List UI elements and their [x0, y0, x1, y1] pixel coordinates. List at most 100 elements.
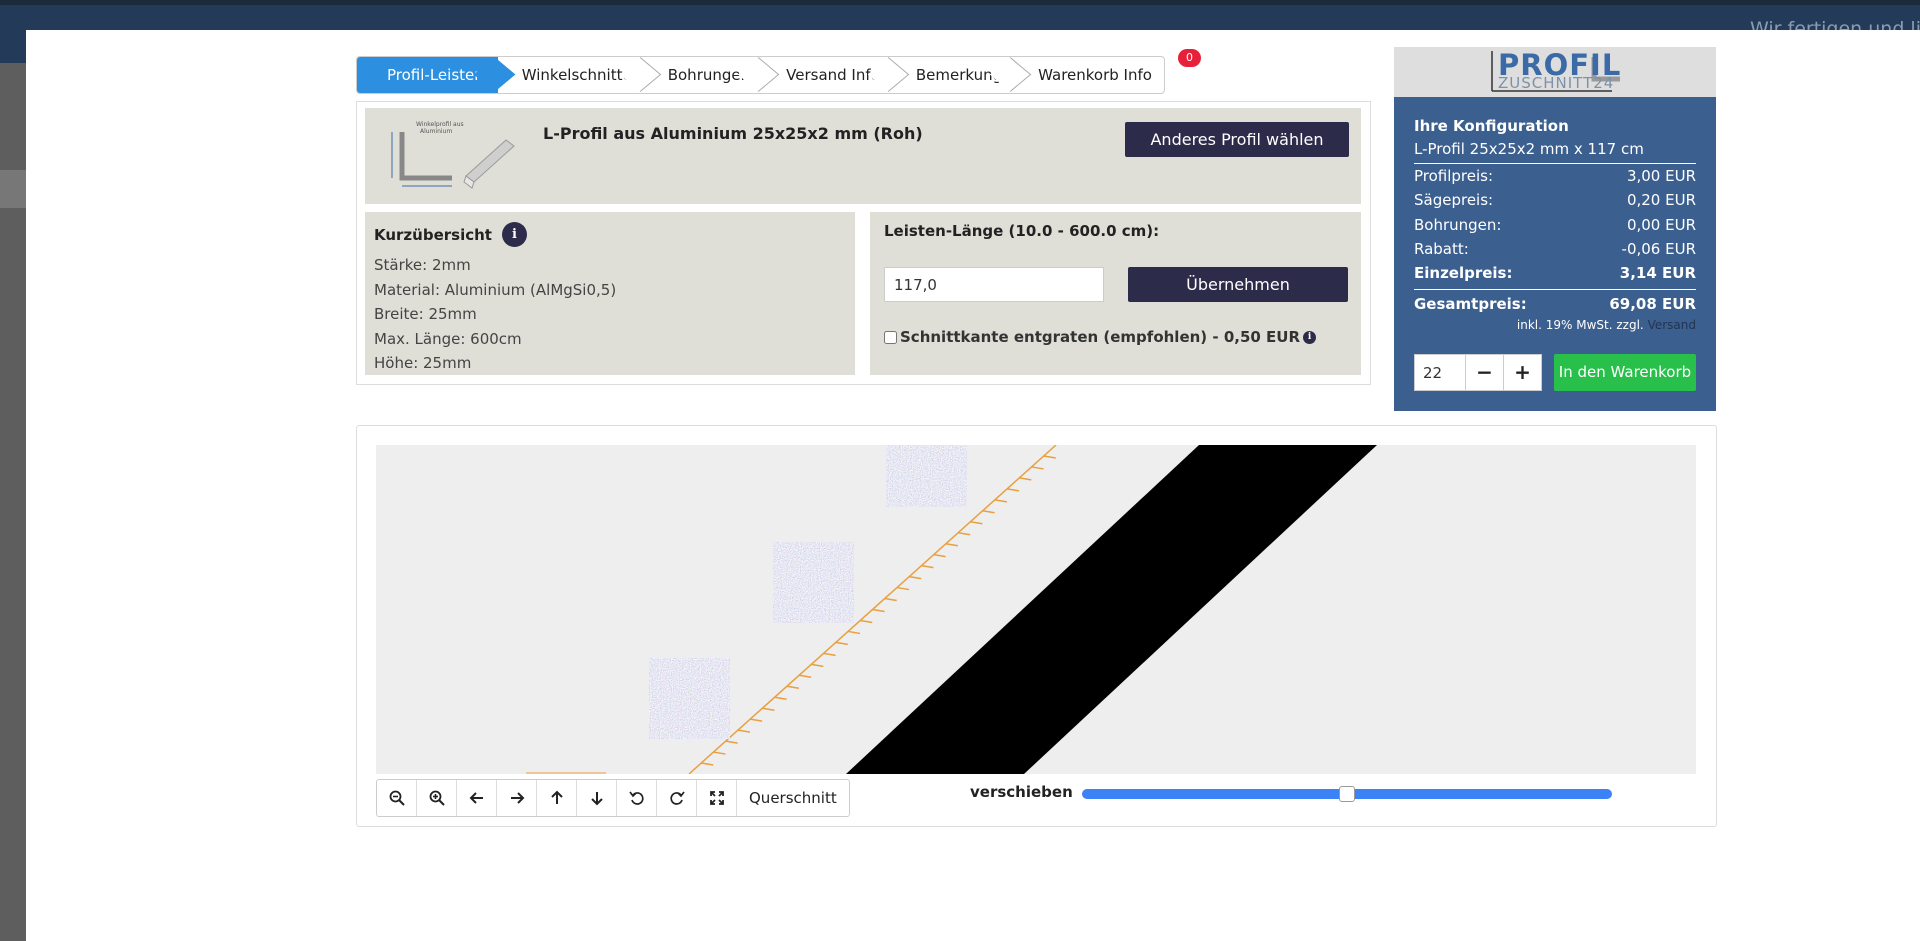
price-row-saw: Sägepreis: 0,20 EUR — [1414, 188, 1696, 212]
vat-text: inkl. 19% MwSt. zzgl. — [1516, 317, 1644, 332]
info-icon[interactable]: i — [501, 222, 527, 247]
price-row-unit: Einzelpreis: 3,14 EUR — [1414, 261, 1696, 285]
step-warenkorb-info[interactable]: Warenkorb Info — [1014, 57, 1164, 93]
shipping-link[interactable]: Versand — [1648, 318, 1696, 332]
price-label: Profilpreis: — [1414, 167, 1494, 185]
profile-header: Winkelprofil aus Aluminium L-Profil aus … — [365, 108, 1361, 204]
dimension-tick — [835, 641, 848, 646]
dimension-tick — [798, 674, 812, 679]
fullscreen-icon[interactable] — [697, 780, 737, 816]
dimension-tick — [1043, 455, 1056, 459]
deburr-info-icon[interactable]: i — [1303, 330, 1317, 344]
config-title: Ihre Konfiguration — [1414, 117, 1569, 135]
cart-count-badge: 0 — [1178, 49, 1201, 67]
spec-material: Material: Aluminium (AlMgSi0,5) — [374, 280, 617, 299]
price-value: 0,00 EUR — [1626, 215, 1696, 234]
arrow-right-icon[interactable] — [497, 780, 537, 816]
dimension-tick — [1031, 466, 1044, 470]
step-profil-leisten[interactable]: Profil-Leisten — [357, 57, 498, 93]
logo-sub: ZUSCHNITT24 — [1498, 74, 1615, 92]
add-to-cart-button[interactable]: In den Warenkorb — [1554, 354, 1696, 391]
dimension-tick — [896, 586, 910, 591]
move-label: verschieben — [970, 783, 1073, 801]
spec-height: Höhe: 25mm — [374, 354, 472, 372]
deburr-checkbox[interactable] — [884, 330, 897, 344]
dimension-tick — [970, 521, 983, 525]
cross-section-button[interactable]: Querschnitt — [737, 780, 849, 816]
texture-tile — [648, 657, 731, 740]
dimension-tick — [811, 663, 824, 668]
total-label: Gesamtpreis: — [1414, 295, 1527, 314]
slider-handle[interactable] — [1339, 786, 1355, 802]
vat-note: inkl. 19% MwSt. zzgl. Versand — [1414, 317, 1696, 333]
price-label: Bohrungen: — [1414, 215, 1502, 234]
dimension-tick — [994, 499, 1007, 503]
length-panel: Leisten-Länge (10.0 - 600.0 cm): Überneh… — [870, 212, 1361, 375]
price-value: 0,20 EUR — [1626, 191, 1696, 210]
change-profile-button[interactable]: Anderes Profil wählen — [1125, 122, 1349, 157]
profile-thumbnail: Winkelprofil aus Aluminium — [380, 118, 520, 196]
brand-logo: PROFIL ZUSCHNITT24 — [1394, 47, 1716, 97]
price-value: -0,06 EUR — [1621, 239, 1696, 258]
texture-tile — [772, 541, 855, 624]
decrease-quantity-button[interactable]: − — [1466, 354, 1504, 391]
config-subtitle: L-Profil 25x25x2 mm x 117 cm — [1414, 137, 1696, 164]
increase-quantity-button[interactable]: + — [1504, 354, 1542, 391]
length-input[interactable] — [884, 267, 1104, 302]
viewer-toolbar: Querschnitt — [376, 779, 850, 817]
viewer-drawing — [526, 445, 1377, 774]
arrow-down-icon[interactable] — [577, 780, 617, 816]
short-overview-title: Kurzübersicht — [374, 225, 492, 244]
dimension-tick — [713, 751, 726, 755]
quantity-input[interactable] — [1414, 354, 1466, 391]
rotate-left-icon[interactable] — [617, 780, 657, 816]
rotate-right-icon[interactable] — [657, 780, 697, 816]
length-label: Leisten-Länge (10.0 - 600.0 cm): — [884, 222, 1160, 240]
step-bemerkung[interactable]: Bemerkung — [892, 57, 1014, 93]
dimension-tick — [725, 740, 738, 744]
move-slider[interactable] — [1082, 786, 1612, 802]
dimension-tick — [921, 564, 934, 569]
texture-tile — [885, 445, 968, 508]
price-row-profile: Profilpreis: 3,00 EUR — [1414, 164, 1696, 188]
zoom-in-icon[interactable] — [417, 780, 457, 816]
dimension-tick — [945, 542, 959, 547]
dimension-tick — [1019, 477, 1032, 481]
dimension-tick — [982, 510, 995, 514]
dimension-tick — [872, 608, 885, 613]
spec-max-length: Max. Länge: 600cm — [374, 329, 522, 348]
spec-width: Breite: 25mm — [374, 305, 477, 323]
arrow-up-icon[interactable] — [537, 780, 577, 816]
price-value: 3,14 EUR — [1619, 264, 1696, 283]
apply-length-button[interactable]: Übernehmen — [1128, 267, 1348, 302]
spec-thickness: Stärke: 2mm — [374, 256, 471, 274]
price-label: Einzelpreis: — [1414, 264, 1513, 283]
step-bohrungen[interactable]: Bohrungen — [644, 57, 762, 93]
thumb-caption-line1: Winkelprofil aus — [416, 121, 464, 128]
dimension-tick — [860, 619, 873, 624]
dimension-tick — [737, 729, 751, 733]
price-value: 3,00 EUR — [1626, 167, 1696, 185]
zoom-out-icon[interactable] — [377, 780, 417, 816]
dimension-tick — [701, 762, 714, 766]
arrow-left-icon[interactable] — [457, 780, 497, 816]
price-row-drilling: Bohrungen: 0,00 EUR — [1414, 213, 1696, 237]
dimension-tick — [958, 531, 971, 536]
dimension-tick — [933, 553, 946, 558]
short-overview-heading: Kurzübersicht i — [374, 222, 846, 247]
dimension-tick — [823, 652, 836, 657]
thumb-caption-line2: Aluminium — [420, 128, 452, 135]
deburr-option[interactable]: Schnittkante entgraten (empfohlen) - 0,5… — [884, 328, 1317, 346]
dimension-tick — [762, 707, 775, 711]
step-winkelschnitte[interactable]: Winkelschnitte — [498, 57, 644, 93]
deburr-label: Schnittkante entgraten (empfohlen) - 0,5… — [900, 328, 1301, 346]
dimension-tick — [1006, 488, 1020, 492]
wizard-steps: Profil-Leisten Winkelschnitte Bohrungen … — [356, 56, 1165, 94]
dimension-tick — [909, 575, 922, 580]
price-label: Sägepreis: — [1414, 191, 1494, 210]
profile-3d-viewer[interactable] — [376, 445, 1696, 774]
dimension-tick — [774, 696, 787, 700]
price-row-discount: Rabatt: -0,06 EUR — [1414, 237, 1696, 261]
price-row-total: Gesamtpreis: 69,08 EUR — [1414, 289, 1696, 316]
step-versand-info[interactable]: Versand Info — [762, 57, 892, 93]
